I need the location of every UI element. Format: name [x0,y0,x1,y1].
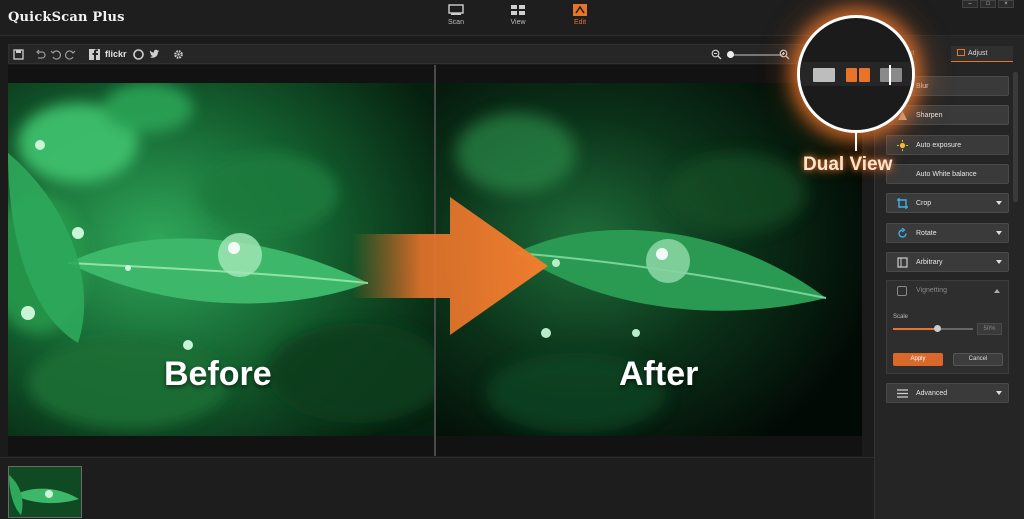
zoom-in-icon[interactable] [779,49,790,60]
tool-advanced[interactable]: Advanced [886,383,1009,403]
redo-icon[interactable] [65,49,76,60]
tab-edit[interactable]: Edit [560,4,600,26]
sun-icon [897,140,908,151]
tool-sharpen[interactable]: Sharpen [886,105,1009,125]
dual-view-button[interactable] [846,68,870,82]
tool-advanced-label: Advanced [916,390,948,397]
tool-auto-exposure[interactable]: Auto exposure [886,135,1009,155]
save-icon[interactable] [13,49,24,60]
chevron-up-icon [994,289,1000,293]
tool-crop[interactable]: Crop [886,193,1009,213]
tab-scan-label: Scan [448,19,464,26]
dual-view-callout [797,15,915,133]
thumbnail-image [9,467,81,517]
apply-button[interactable]: Apply [893,353,943,366]
tab-edit-label: Edit [573,19,587,26]
edit-toolbar: flickr [8,44,862,64]
callout-label: Dual View [803,154,893,175]
maximize-button[interactable]: □ [980,0,996,8]
after-caption: After [619,355,699,393]
edit-icon [573,4,587,16]
zoom-slider-track[interactable] [727,54,783,56]
flickr-link[interactable]: flickr [105,49,127,59]
panel-scrollbar[interactable] [1013,72,1018,202]
single-view-button[interactable] [813,68,835,82]
scale-slider-handle[interactable] [934,325,941,332]
tool-rotate[interactable]: Rotate [886,223,1009,243]
close-button[interactable]: × [998,0,1014,8]
zoom-out-icon[interactable] [711,49,722,60]
filmstrip [0,457,874,519]
cancel-button[interactable]: Cancel [953,353,1003,366]
tool-crop-label: Crop [916,200,932,207]
tab-view[interactable]: View [498,4,538,26]
grid-view-icon [511,5,525,15]
vignetting-title: Vignetting [916,287,948,294]
scale-slider-fill [893,328,937,330]
tool-blur-label: Blur [916,83,929,90]
tool-arbitrary-label: Arbitrary [916,259,943,266]
chevron-down-icon [996,231,1002,235]
chevron-down-icon [996,391,1002,395]
scale-label: Scale [893,314,909,320]
tool-arbitrary[interactable]: Arbitrary [886,252,1009,272]
chevron-down-icon [996,260,1002,264]
tab-adjust[interactable]: Adjust [951,46,1013,62]
tab-view-label: View [510,19,526,26]
scanner-icon [448,4,464,15]
vignetting-header[interactable]: Vignetting [887,281,1008,301]
list-icon [897,389,908,398]
thumbnail[interactable] [8,466,82,518]
tab-scan[interactable]: Scan [436,4,476,26]
dual-view-right-icon [859,68,870,82]
before-caption: Before [164,355,272,393]
scale-value-field[interactable]: 50% [977,323,1002,335]
facebook-icon[interactable] [89,49,100,60]
undo-all-icon[interactable] [35,49,46,60]
tool-auto-exposure-label: Auto exposure [916,142,962,149]
tab-adjust-label: Adjust [968,50,988,57]
arbitrary-icon [897,257,908,268]
split-line-icon [889,65,891,85]
callout-pointer [855,133,857,151]
undo-icon[interactable] [50,49,61,60]
settings-icon[interactable] [173,49,184,60]
tool-sharpen-label: Sharpen [916,112,943,119]
flickr-icon[interactable] [133,49,144,60]
minimize-button[interactable]: – [962,0,978,8]
dual-view-left-icon [846,68,857,82]
crop-icon [897,198,908,209]
app-title: QuickScan Plus [8,10,125,25]
zoom-slider-handle[interactable] [726,51,734,58]
image-canvas[interactable]: Before After [8,65,862,456]
tool-auto-white-balance[interactable]: Auto White balance [886,164,1009,184]
tool-auto-white-balance-label: Auto White balance [916,171,977,178]
rotate-icon [898,228,907,238]
chevron-down-icon [996,201,1002,205]
arrow-icon [352,197,548,335]
vignetting-icon [897,286,907,296]
tool-rotate-label: Rotate [916,230,937,237]
adjust-tab-icon [957,49,965,56]
twitter-icon[interactable] [149,49,160,60]
split-view-button[interactable] [880,65,902,85]
vignetting-section: Vignetting Scale 50% Apply Cancel [886,280,1009,374]
